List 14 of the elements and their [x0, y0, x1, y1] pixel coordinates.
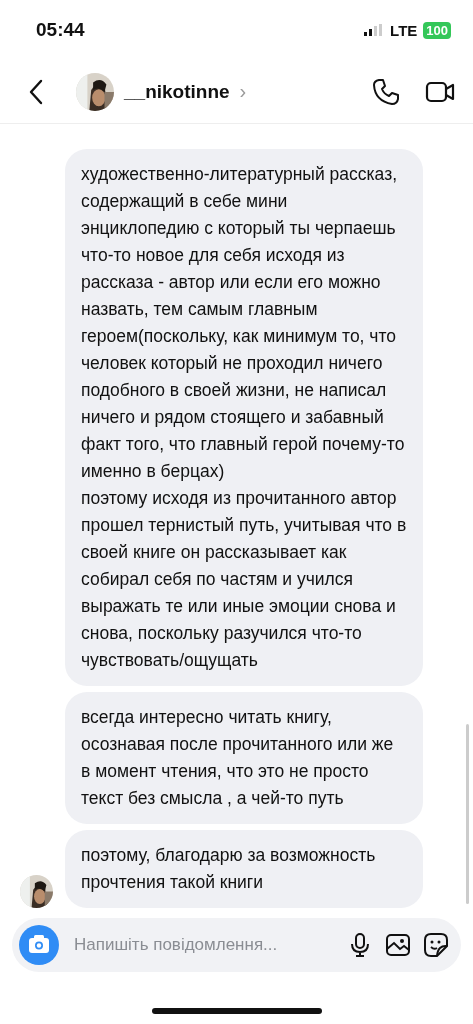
message-bubble: художественно-литературный рассказ, содержащий в себе мини энциклопедию с который ты черпаешь что-то новое для себя исходя из рассказа - автор или если его можно назвать, тем самым главным героем(поскольку, как минимум то, что человек который не проходил ничего подобного в своей жизни, не написал ничего и рядом стоящего и забавный факт того, что главный герой почему-то именно в берцах) поэтому исходя из прочитанного автор прошел тернистый путь, учитывая что в своей книге он рассказывает как собирал себя по частям и учился выражать те или иные эмоции снова и снова, поскольку разучился что-то чувствовать/ощущать — [65, 149, 423, 686]
scroll-bar[interactable] — [466, 724, 469, 904]
message-field[interactable]: Напишіть повідомлення... — [72, 934, 335, 956]
message-bubble: всегда интересно читать книгу, осознавая после прочитанного или же в момент чтения, что это не просто текст без смысла , а чей-то путь — [65, 692, 423, 824]
clock-time: 05:44 — [36, 19, 85, 41]
camera-icon[interactable] — [18, 924, 60, 966]
username-link[interactable]: __nikotinne — [124, 80, 230, 103]
image-icon[interactable] — [385, 932, 411, 958]
signal-icon — [364, 24, 385, 36]
message-bubble: поэтому, благодарю за возможность прочтения такой книги — [65, 830, 423, 908]
network-label: LTE — [390, 21, 418, 39]
sticker-icon[interactable] — [423, 932, 449, 958]
phone-icon[interactable] — [371, 76, 401, 107]
battery-level: 100 — [423, 21, 451, 39]
